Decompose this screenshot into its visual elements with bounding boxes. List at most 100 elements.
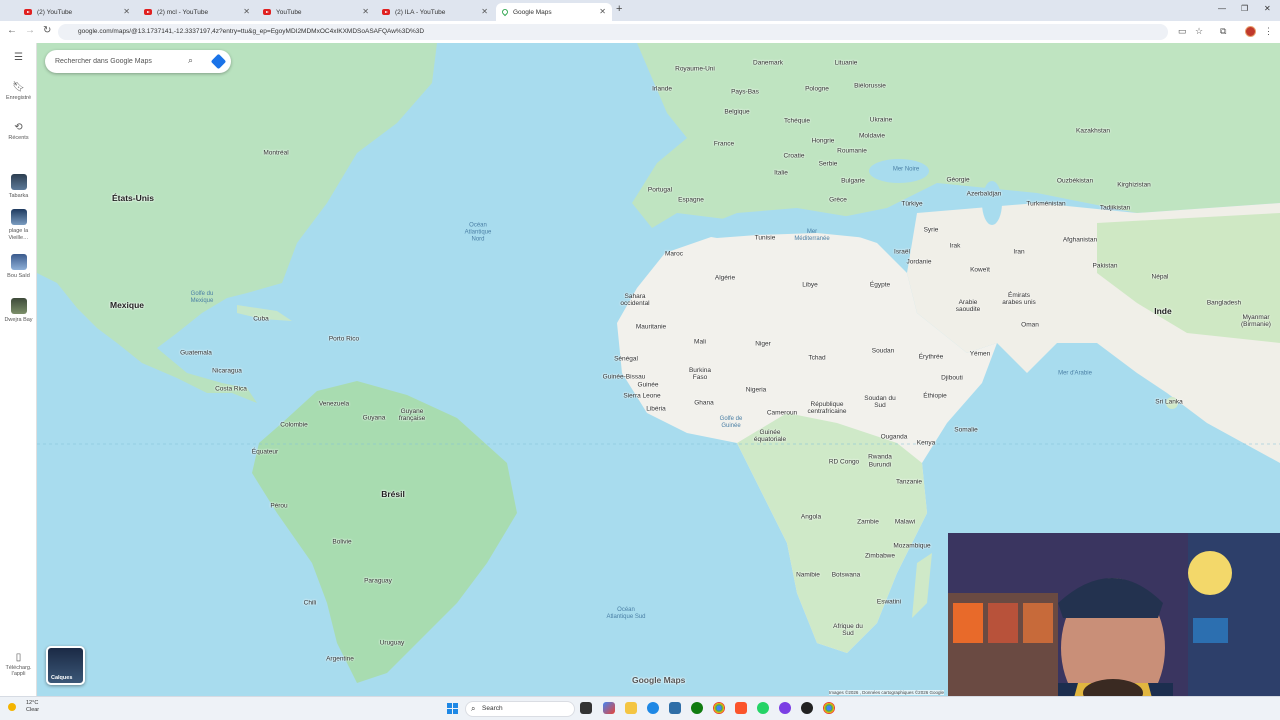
download-app-button[interactable]: ▯ Télécharg. l'appli: [0, 653, 37, 678]
country-label[interactable]: Namibie: [796, 572, 820, 579]
country-label[interactable]: Cameroun: [767, 410, 797, 417]
tab-youtube-1[interactable]: (2) YouTube ✕: [18, 3, 136, 21]
maximize-icon[interactable]: ❐: [1241, 4, 1248, 13]
country-label[interactable]: Tchéquie: [784, 118, 810, 125]
task-view-icon[interactable]: [580, 702, 592, 714]
country-label[interactable]: Guinée-Bissau: [603, 374, 646, 381]
recent-place-tabarka[interactable]: Tabarka: [0, 174, 37, 200]
country-label[interactable]: Argentine: [326, 656, 354, 663]
whatsapp-icon[interactable]: [757, 702, 769, 714]
country-label[interactable]: Tadjikistan: [1100, 205, 1130, 212]
country-label[interactable]: Bulgarie: [841, 178, 865, 185]
country-label[interactable]: Venezuela: [319, 401, 349, 408]
country-label[interactable]: Hongrie: [812, 138, 835, 145]
reload-icon[interactable]: ↻: [43, 25, 51, 36]
country-label[interactable]: Guyana: [363, 415, 386, 422]
country-label[interactable]: Djibouti: [941, 375, 963, 382]
country-label[interactable]: Grèce: [829, 197, 847, 204]
extensions-icon[interactable]: ⧉: [1220, 26, 1226, 37]
address-bar[interactable]: google.com/maps/@13.1737141,-12.3337197,…: [58, 24, 1168, 40]
country-label[interactable]: Arabie saoudite: [948, 299, 988, 313]
country-label[interactable]: Israël: [894, 249, 910, 256]
new-tab-icon[interactable]: +: [616, 3, 622, 15]
country-label[interactable]: Oman: [1021, 322, 1039, 329]
country-label[interactable]: Turkménistan: [1026, 201, 1065, 208]
menu-dots-icon[interactable]: ⋮: [1264, 26, 1273, 37]
recent-place-plage[interactable]: plage la Vieille…: [0, 209, 37, 241]
country-label[interactable]: Inde: [1154, 306, 1171, 316]
country-label[interactable]: Zambie: [857, 519, 879, 526]
country-label[interactable]: Malawi: [895, 519, 915, 526]
recent-place-dwejra[interactable]: Dwejra Bay: [0, 298, 37, 324]
country-label[interactable]: Afrique du Sud: [830, 623, 866, 637]
country-label[interactable]: Belgique: [724, 109, 749, 116]
country-label[interactable]: Émirats arabes unis: [999, 292, 1039, 306]
country-label[interactable]: Chili: [304, 600, 317, 607]
country-label[interactable]: États-Unis: [112, 193, 154, 203]
country-label[interactable]: Brésil: [381, 489, 405, 499]
close-icon[interactable]: ✕: [481, 7, 488, 16]
forward-arrow-icon[interactable]: →: [25, 25, 35, 36]
country-label[interactable]: Danemark: [753, 60, 783, 67]
weather-widget[interactable]: 12°C Clear: [8, 700, 39, 714]
xbox-icon[interactable]: [691, 702, 703, 714]
country-label[interactable]: Mozambique: [893, 543, 930, 550]
country-label[interactable]: Pérou: [270, 503, 287, 510]
country-label[interactable]: Irlande: [652, 86, 672, 93]
country-label[interactable]: Pologne: [805, 86, 829, 93]
country-label[interactable]: Sierra Leone: [623, 393, 660, 400]
country-label[interactable]: Mali: [694, 339, 706, 346]
country-label[interactable]: Botswana: [832, 572, 861, 579]
country-label[interactable]: Érythrée: [919, 354, 944, 361]
country-label[interactable]: Tchad: [808, 355, 825, 362]
country-label[interactable]: Tanzanie: [896, 479, 922, 486]
country-label[interactable]: Porto Rico: [329, 336, 359, 343]
country-label[interactable]: Équateur: [252, 449, 278, 456]
copilot-icon[interactable]: [603, 702, 615, 714]
close-icon[interactable]: ✕: [362, 7, 369, 16]
recents-button[interactable]: ⟲ Récents: [0, 123, 37, 141]
file-explorer-icon[interactable]: [625, 702, 637, 714]
country-label[interactable]: Myanmar (Birmanie): [1236, 314, 1276, 328]
close-icon[interactable]: ✕: [123, 7, 130, 16]
recent-place-bou-said[interactable]: Bou Saïd: [0, 254, 37, 280]
country-label[interactable]: Uruguay: [380, 640, 405, 647]
country-label[interactable]: Géorgie: [946, 177, 969, 184]
country-label[interactable]: Jordanie: [907, 259, 932, 266]
menu-button[interactable]: ☰: [0, 53, 37, 65]
country-label[interactable]: Ouganda: [881, 434, 908, 441]
country-label[interactable]: Azerbaïdjan: [967, 191, 1002, 198]
country-label[interactable]: Moldavie: [859, 133, 885, 140]
country-label[interactable]: Tunisie: [755, 235, 776, 242]
tab-youtube-4[interactable]: (2) ILA - YouTube ✕: [376, 3, 494, 21]
country-label[interactable]: Royaume-Uni: [675, 66, 715, 73]
country-label[interactable]: Ghana: [694, 400, 714, 407]
country-label[interactable]: Afghanistan: [1063, 237, 1097, 244]
country-label[interactable]: Kenya: [917, 440, 935, 447]
country-label[interactable]: Burkina Faso: [683, 367, 717, 381]
country-label[interactable]: Mauritanie: [636, 324, 666, 331]
cast-icon[interactable]: ▭: [1178, 26, 1187, 37]
country-label[interactable]: Somalie: [954, 427, 977, 434]
country-label[interactable]: Soudan: [872, 348, 894, 355]
country-label[interactable]: Sénégal: [614, 356, 638, 363]
country-label[interactable]: Yémen: [970, 351, 991, 358]
country-label[interactable]: Roumanie: [837, 148, 867, 155]
country-label[interactable]: Pays-Bas: [731, 89, 759, 96]
country-label[interactable]: Costa Rica: [215, 386, 247, 393]
country-label[interactable]: Guatemala: [180, 350, 212, 357]
country-label[interactable]: Italie: [774, 170, 788, 177]
country-label[interactable]: Guinée équatoriale: [750, 429, 790, 443]
country-label[interactable]: Bolivie: [332, 539, 351, 546]
country-label[interactable]: Nigeria: [746, 387, 767, 394]
app-icon[interactable]: [779, 702, 791, 714]
country-label[interactable]: Éthiopie: [923, 393, 947, 400]
country-label[interactable]: Niger: [755, 341, 771, 348]
tab-youtube-3[interactable]: YouTube ✕: [257, 3, 375, 21]
country-label[interactable]: Espagne: [678, 197, 704, 204]
start-icon[interactable]: [447, 703, 458, 714]
chrome-icon[interactable]: [823, 702, 835, 714]
country-label[interactable]: Syrie: [924, 227, 939, 234]
country-label[interactable]: Iran: [1013, 249, 1024, 256]
country-label[interactable]: Algérie: [715, 275, 735, 282]
